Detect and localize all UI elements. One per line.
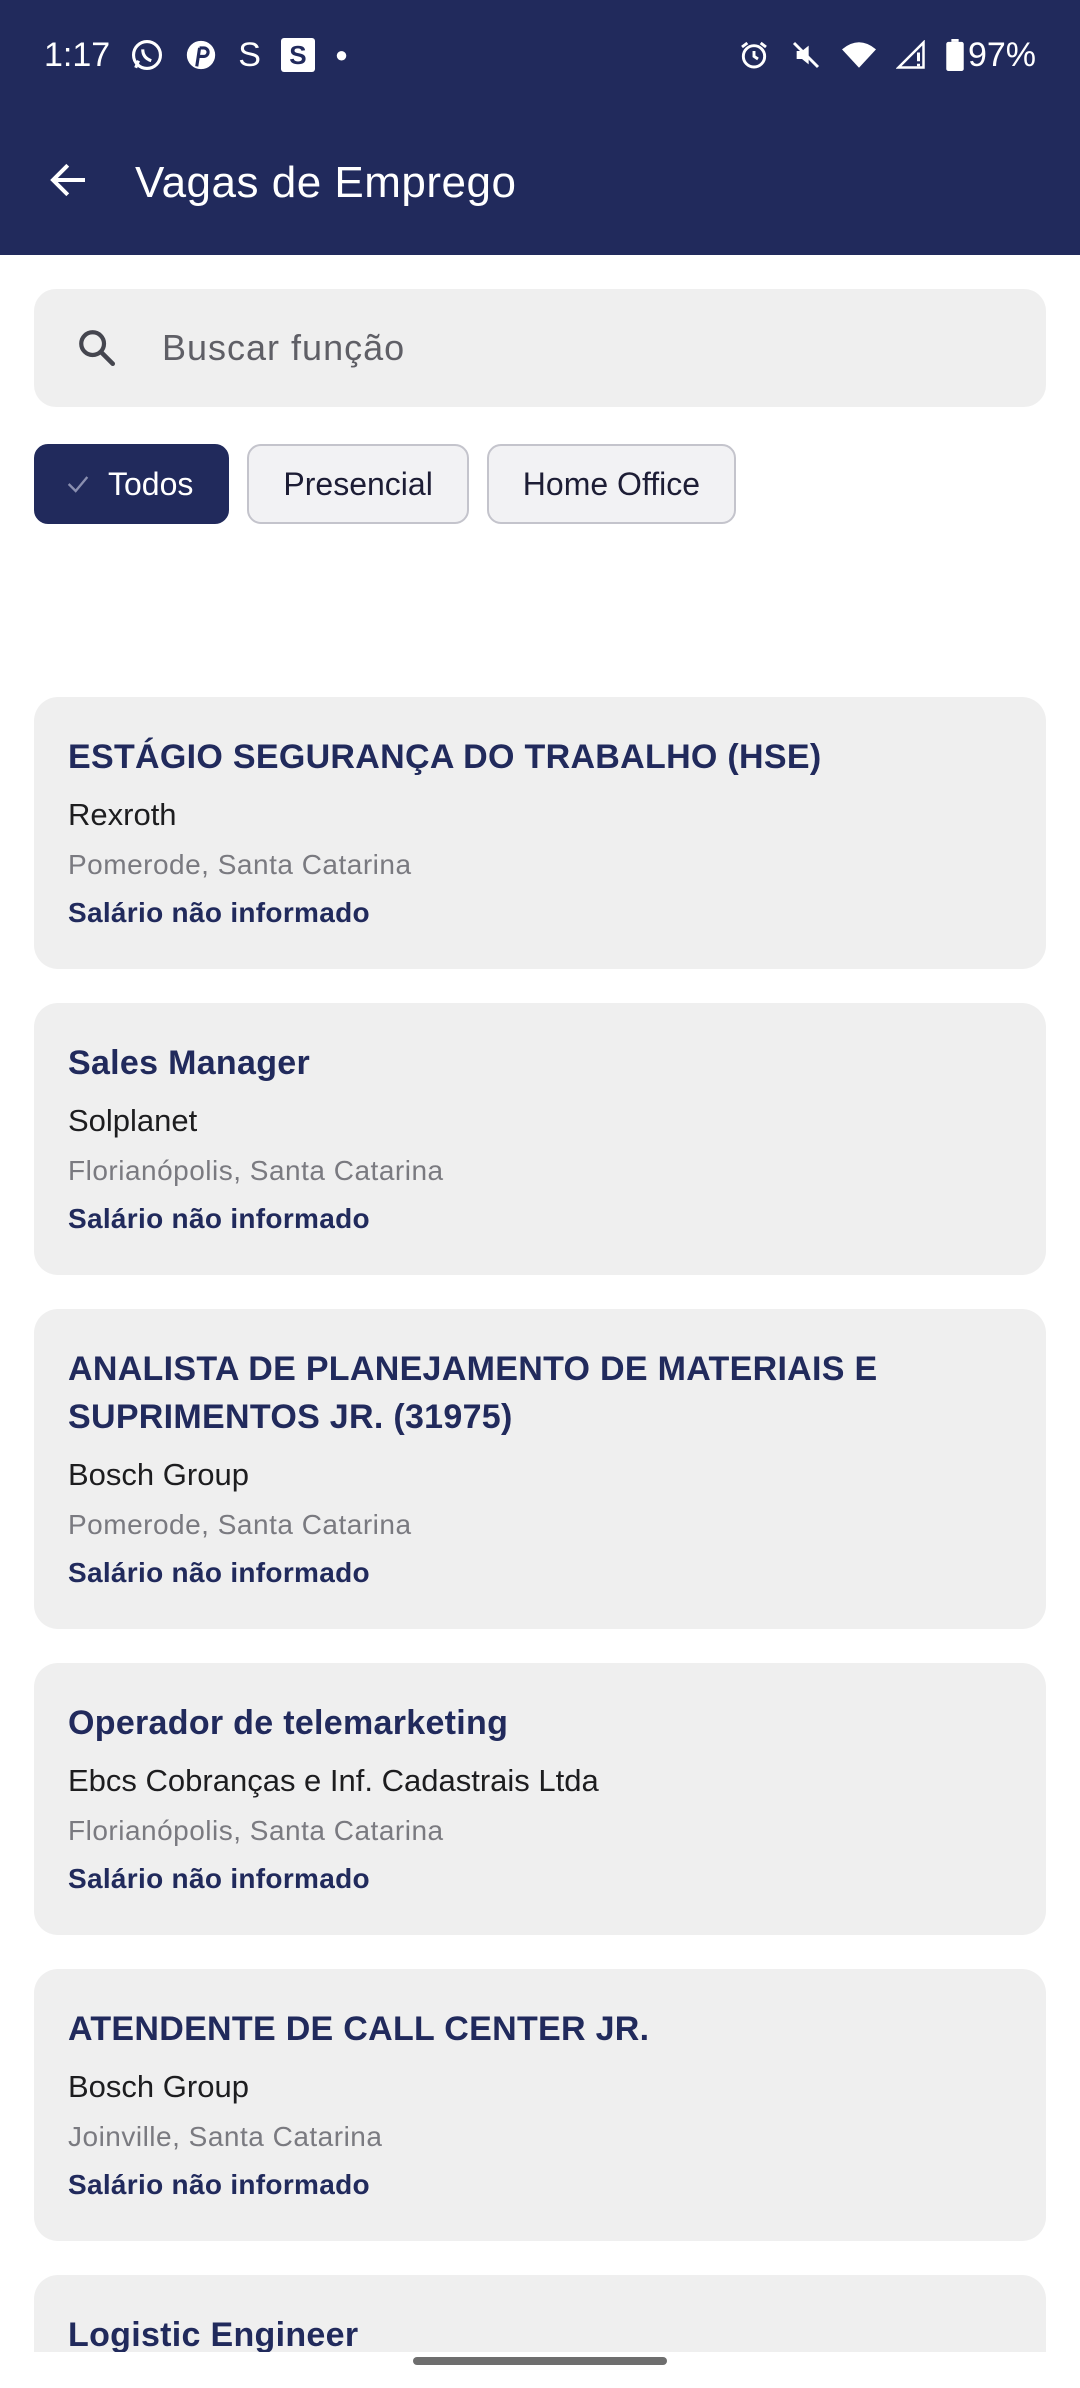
filter-chip-home-office[interactable]: Home Office — [486, 444, 737, 524]
job-title: ATENDENTE DE CALL CENTER JR. — [68, 2010, 650, 2048]
status-bar: 1:17 S S ● 97% — [0, 0, 1080, 110]
job-title: ESTÁGIO SEGURANÇA DO TRABALHO (HSE) — [68, 738, 822, 776]
job-salary: Salário não informado — [68, 1203, 370, 1234]
status-time: 1:17 — [44, 35, 111, 74]
battery-percent: 97% — [967, 35, 1036, 74]
job-salary: Salário não informado — [68, 1557, 370, 1588]
alarm-icon — [738, 39, 770, 71]
job-card[interactable]: Operador de telemarketing Ebcs Cobranças… — [34, 1663, 1046, 1935]
job-title: Logistic Engineer — [68, 2316, 359, 2352]
job-card[interactable]: ATENDENTE DE CALL CENTER JR. Bosch Group… — [34, 1969, 1046, 2241]
page-title: Vagas de Emprego — [135, 157, 517, 207]
search-input[interactable] — [134, 289, 1046, 407]
wifi-icon — [841, 40, 876, 70]
job-location: Pomerode, Santa Catarina — [68, 1509, 412, 1540]
whatsapp-icon — [130, 38, 164, 72]
job-company: Ebcs Cobranças e Inf. Cadastrais Ltda — [68, 1763, 599, 1798]
job-title: Operador de telemarketing — [68, 1704, 509, 1742]
filter-chip-todos[interactable]: Todos — [34, 444, 230, 524]
job-title: ANALISTA DE PLANEJAMENTO DE MATERIAIS E … — [68, 1350, 878, 1436]
s-app-icon: S — [238, 36, 261, 74]
job-salary: Salário não informado — [68, 897, 370, 928]
check-icon — [64, 470, 92, 498]
job-company: Bosch Group — [68, 1457, 249, 1492]
pinterest-icon — [184, 38, 218, 72]
app-bar: Vagas de Emprego — [0, 110, 1080, 255]
s-box-icon: S — [280, 38, 315, 72]
job-location: Pomerode, Santa Catarina — [68, 849, 412, 880]
job-company: Bosch Group — [68, 2069, 249, 2104]
back-button[interactable] — [0, 110, 135, 255]
job-location: Florianópolis, Santa Catarina — [68, 1815, 444, 1846]
chip-label: Todos — [108, 465, 194, 502]
filter-chip-presencial[interactable]: Presencial — [247, 444, 469, 524]
arrow-left-icon — [48, 160, 88, 205]
status-right: 97% — [738, 36, 1036, 75]
signal-icon — [895, 40, 926, 70]
job-card[interactable]: Sales Manager Solplanet Florianópolis, S… — [34, 1003, 1046, 1275]
battery-icon — [946, 39, 964, 71]
job-company: Rexroth — [68, 797, 177, 832]
job-location: Florianópolis, Santa Catarina — [68, 1155, 444, 1186]
search-bar[interactable] — [34, 289, 1046, 407]
status-left: 1:17 S S ● — [44, 36, 348, 75]
vibrate-off-icon — [790, 39, 822, 71]
job-card[interactable]: Logistic Engineer — [34, 2275, 1046, 2352]
job-card[interactable]: ANALISTA DE PLANEJAMENTO DE MATERIAIS E … — [34, 1309, 1046, 1629]
filter-chips: Todos Presencial Home Office — [34, 444, 737, 524]
job-location: Joinville, Santa Catarina — [68, 2121, 383, 2152]
job-list: ESTÁGIO SEGURANÇA DO TRABALHO (HSE) Rexr… — [34, 697, 1046, 2352]
dot-icon: ● — [334, 42, 349, 67]
chip-label: Home Office — [522, 465, 701, 502]
job-salary: Salário não informado — [68, 1863, 370, 1894]
job-title: Sales Manager — [68, 1044, 311, 1082]
search-icon — [34, 289, 134, 407]
gesture-nav-handle[interactable] — [413, 2357, 667, 2365]
chip-label: Presencial — [283, 465, 433, 502]
job-salary: Salário não informado — [68, 2169, 370, 2200]
job-company: Solplanet — [68, 1103, 198, 1138]
job-card[interactable]: ESTÁGIO SEGURANÇA DO TRABALHO (HSE) Rexr… — [34, 697, 1046, 969]
